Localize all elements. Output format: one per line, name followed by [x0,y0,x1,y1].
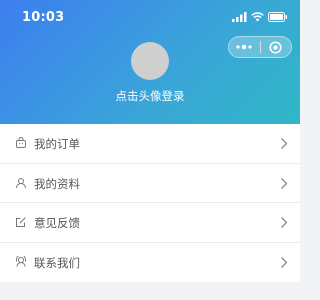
avatar[interactable] [131,42,169,80]
target-circle-icon [269,40,282,54]
feedback-icon [16,217,26,227]
chevron-right-icon [281,138,288,149]
menu-label-orders: 我的订单 [34,137,80,151]
menu-label-feedback: 意见反馈 [34,216,80,230]
battery-icon [268,12,288,22]
cellular-signal-icon [232,12,247,22]
menu-item-orders[interactable]: 我的订单 [0,124,300,164]
order-icon [16,137,26,148]
wifi-icon [251,12,264,22]
menu-label-contact: 联系我们 [34,255,80,270]
close-program-button[interactable] [261,37,292,57]
menu-list: 我的订单 我的资料 意见反馈 联系我们 [0,124,300,282]
mini-program-capsule [228,36,292,58]
chevron-right-icon [281,177,288,189]
status-time: 10:03 [22,10,65,25]
menu-item-profile[interactable]: 我的资料 [0,164,300,203]
status-icons [232,12,288,22]
more-options-button[interactable] [229,37,260,57]
chevron-right-icon [281,217,288,228]
menu-label-profile: 我的资料 [34,176,80,191]
user-icon [16,177,26,188]
menu-item-contact[interactable]: 联系我们 [0,243,300,283]
status-bar: 10:03 [0,0,300,34]
contact-icon [16,255,26,267]
more-dots-icon [236,44,252,50]
profile-header: 10:03 点击头像登录 [0,0,300,124]
menu-item-feedback[interactable]: 意见反馈 [0,203,300,243]
chevron-right-icon [281,256,288,268]
login-prompt[interactable]: 点击头像登录 [0,88,300,104]
